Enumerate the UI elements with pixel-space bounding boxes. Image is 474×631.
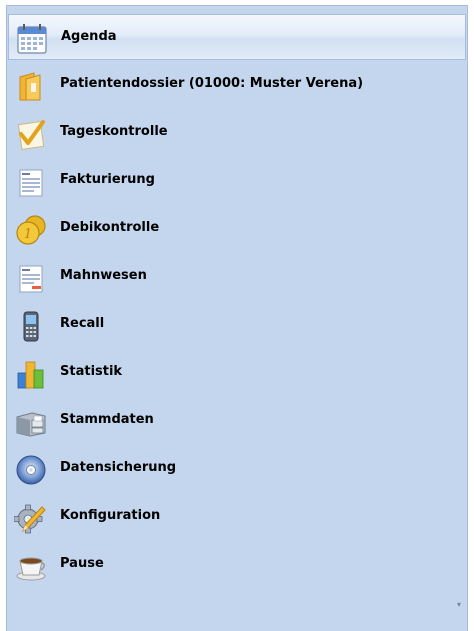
nav-item-label: Konfiguration — [60, 508, 161, 523]
nav-item-patientendossier[interactable]: Patientendossier (01000: Muster Verena) — [8, 62, 466, 108]
bar-chart-icon — [17, 361, 44, 389]
navigation-panel: Agenda Patientendossier (01000: Muster V… — [6, 5, 468, 631]
gear-pencil-icon — [14, 504, 46, 534]
folder-icon — [19, 72, 41, 101]
drawer-cabinet-icon — [16, 412, 46, 437]
coffee-cup-icon — [16, 557, 46, 581]
nav-item-tageskontrolle[interactable]: Tageskontrolle — [8, 110, 466, 156]
nav-item-mahnwesen[interactable]: Mahnwesen — [8, 254, 466, 300]
nav-item-konfiguration[interactable]: Konfiguration — [8, 494, 466, 540]
calendar-icon — [17, 24, 47, 54]
nav-item-label: Debikontrolle — [60, 220, 160, 235]
nav-item-debikontrolle[interactable]: 1 Debikontrolle — [8, 206, 466, 252]
nav-item-pause[interactable]: Pause — [8, 542, 466, 588]
nav-item-label: Pause — [60, 556, 104, 571]
scroll-down-arrow-icon[interactable]: ▾ — [457, 600, 461, 609]
nav-item-label: Recall — [60, 316, 105, 331]
svg-text:1: 1 — [24, 227, 32, 242]
nav-item-label: Patientendossier (01000: Muster Verena) — [60, 76, 364, 91]
nav-item-label: Agenda — [61, 29, 117, 44]
nav-item-statistik[interactable]: Statistik — [8, 350, 466, 396]
reminder-document-icon — [19, 265, 43, 293]
checklist-icon — [17, 120, 45, 150]
nav-item-stammdaten[interactable]: Stammdaten — [8, 398, 466, 444]
coins-icon: 1 — [16, 215, 46, 245]
nav-item-label: Tageskontrolle — [60, 124, 168, 139]
disc-icon — [16, 455, 46, 485]
nav-item-label: Mahnwesen — [60, 268, 147, 283]
nav-item-fakturierung[interactable]: Fakturierung — [8, 158, 466, 204]
nav-item-label: Statistik — [60, 364, 123, 379]
mobile-phone-icon — [23, 311, 39, 342]
nav-item-agenda[interactable]: Agenda — [8, 14, 466, 60]
invoice-icon — [19, 169, 43, 197]
nav-item-recall[interactable]: Recall — [8, 302, 466, 348]
nav-item-datensicherung[interactable]: Datensicherung — [8, 446, 466, 492]
nav-item-label: Fakturierung — [60, 172, 155, 187]
nav-item-label: Stammdaten — [60, 412, 154, 427]
nav-item-label: Datensicherung — [60, 460, 177, 475]
